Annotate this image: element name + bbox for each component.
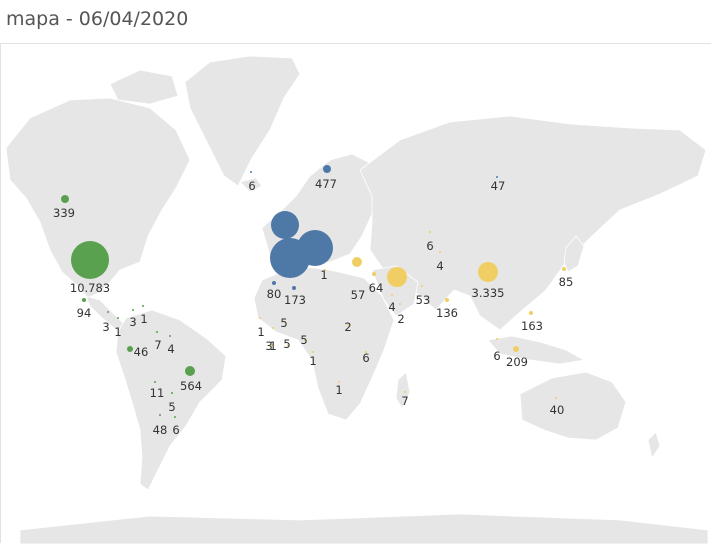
- bubble-173[interactable]: [292, 286, 296, 290]
- bubble-label: 163: [521, 319, 543, 333]
- bubble-209[interactable]: [513, 346, 519, 352]
- bubble-6[interactable]: [496, 338, 498, 340]
- bubble-163[interactable]: [529, 311, 533, 315]
- bubble-11[interactable]: [154, 381, 156, 383]
- bubble-4[interactable]: [391, 294, 393, 296]
- bubble-label: 1: [140, 312, 147, 326]
- bubble-label: 64: [369, 281, 384, 295]
- bubble-564[interactable]: [185, 366, 195, 376]
- land-new-zealand: [647, 431, 661, 460]
- bubble-label: 4: [388, 300, 395, 314]
- land-antarctica: [19, 513, 709, 544]
- bubble-label: 5: [280, 316, 287, 330]
- bubble-47[interactable]: [496, 176, 498, 178]
- bubble-label: 7: [154, 338, 161, 352]
- bubble-label: 48: [153, 423, 168, 437]
- bubble-6[interactable]: [174, 416, 176, 418]
- bubble-3[interactable]: [107, 311, 109, 313]
- bubble-label: 3: [265, 339, 272, 353]
- bubble-label: 3: [102, 320, 109, 334]
- bubble-477[interactable]: [323, 165, 331, 173]
- bubble-4[interactable]: [439, 251, 441, 253]
- bubble-53[interactable]: [421, 285, 423, 287]
- bubble-label: 339: [53, 206, 75, 220]
- bubble-label: 5: [300, 333, 307, 347]
- bubble-label: 53: [416, 293, 431, 307]
- bubble-label: 173: [284, 293, 306, 307]
- bubble-label: 85: [559, 275, 574, 289]
- bubble-label: 80: [267, 287, 282, 301]
- bubble-label: 2: [344, 320, 351, 334]
- bubble-unlabeled-19[interactable]: [297, 230, 333, 266]
- bubble-1[interactable]: [259, 317, 261, 319]
- bubble-1[interactable]: [142, 305, 144, 307]
- bubble-4[interactable]: [169, 335, 171, 337]
- bubble-136[interactable]: [445, 298, 449, 302]
- bubble-label: 2: [397, 312, 404, 326]
- land-australia: [519, 371, 627, 441]
- bubble-1[interactable]: [272, 327, 274, 329]
- bubble-label: 1: [309, 354, 316, 368]
- land-greenland: [184, 55, 301, 187]
- bubble-label: 47: [491, 179, 506, 193]
- bubble-label: 6: [248, 179, 255, 193]
- bubble-label: 11: [150, 386, 165, 400]
- land-se-asia-islands: [487, 335, 586, 365]
- bubble-6[interactable]: [250, 171, 252, 173]
- bubble-80[interactable]: [272, 281, 276, 285]
- bubble-48[interactable]: [159, 414, 161, 416]
- bubble-57[interactable]: [352, 257, 362, 267]
- bubble-94[interactable]: [82, 298, 86, 302]
- bubble-label: 4: [167, 342, 174, 356]
- bubble-label: 477: [315, 177, 337, 191]
- bubble-5[interactable]: [171, 392, 173, 394]
- bubble-64[interactable]: [372, 272, 376, 276]
- bubble-label: 1: [257, 325, 264, 339]
- world-map[interactable]: 10.783339943 13 146 7 456411548 66 47780 173 57 6…: [0, 0, 712, 544]
- bubble-unlabeled-17[interactable]: [271, 211, 299, 239]
- bubble-46[interactable]: [127, 346, 133, 352]
- bubble-label: 1: [114, 325, 121, 339]
- bubble-label: 564: [180, 379, 202, 393]
- bubble-label: 6: [362, 351, 369, 365]
- bubble-label: 3: [129, 315, 136, 329]
- bubble-label: 5: [283, 337, 290, 351]
- bubble-85[interactable]: [562, 267, 566, 271]
- bubble-label: 94: [77, 306, 92, 320]
- bubble-label: 3.335: [472, 286, 505, 300]
- bubble-label: 10.783: [70, 281, 110, 295]
- bubble-1[interactable]: [117, 317, 119, 319]
- bubble-2[interactable]: [399, 303, 401, 305]
- bubble-label: 40: [550, 403, 565, 417]
- bubble-7[interactable]: [156, 331, 158, 333]
- bubble-label: 6: [172, 423, 179, 437]
- bubble-40[interactable]: [555, 397, 557, 399]
- bubble-339[interactable]: [61, 195, 69, 203]
- land-arctic-islands: [109, 69, 179, 105]
- bubble-6[interactable]: [429, 231, 431, 233]
- bubble-label: 4: [436, 259, 443, 273]
- bubble-3-335[interactable]: [478, 262, 498, 282]
- bubble-unlabeled-24[interactable]: [387, 267, 407, 287]
- bubble-label: 57: [351, 288, 366, 302]
- bubble-label: 6: [426, 239, 433, 253]
- bubble-label: 46: [134, 345, 149, 359]
- bubble-3[interactable]: [132, 309, 134, 311]
- bubble-label: 7: [401, 394, 408, 408]
- bubble-label: 6: [493, 349, 500, 363]
- bubble-label: 209: [506, 355, 528, 369]
- bubble-label: 1: [320, 268, 327, 282]
- bubble-label: 136: [436, 306, 458, 320]
- bubble-1[interactable]: [312, 351, 314, 353]
- bubble-label: 1: [335, 383, 342, 397]
- bubble-7[interactable]: [404, 391, 406, 393]
- bubble-label: 5: [168, 400, 175, 414]
- bubble-10-783[interactable]: [71, 241, 109, 279]
